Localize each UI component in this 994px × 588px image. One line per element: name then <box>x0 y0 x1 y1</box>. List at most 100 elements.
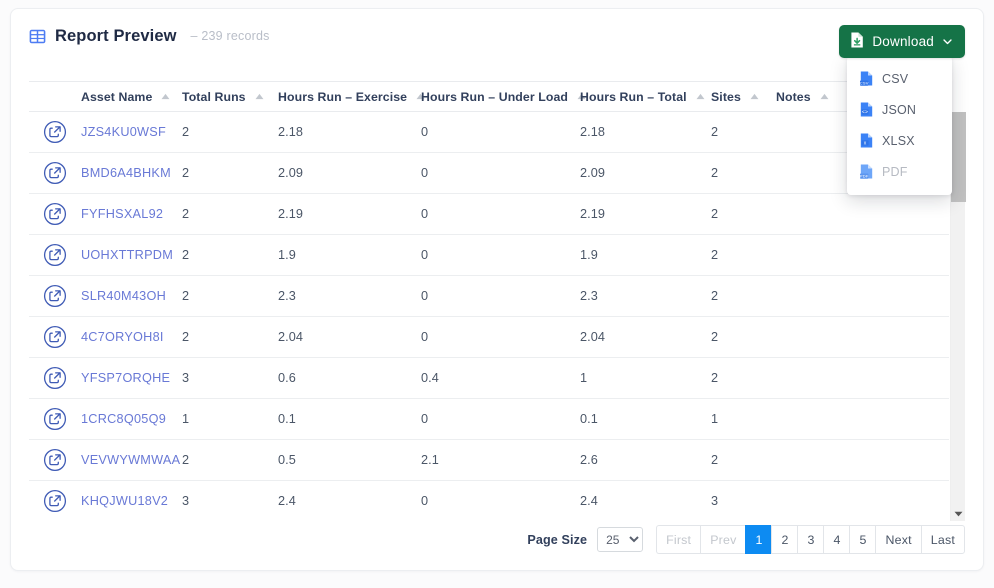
sort-ascending-icon[interactable] <box>161 93 170 100</box>
external-link-icon[interactable] <box>43 407 81 431</box>
download-button[interactable]: Download <box>839 25 965 58</box>
menu-item-csv[interactable]: CSV CSV <box>847 63 952 94</box>
menu-item-label: XLSX <box>882 133 915 148</box>
cell-hours-run-exercise: 2.19 <box>278 193 421 235</box>
next-page-button[interactable]: Next <box>875 525 921 554</box>
table-row[interactable]: 4C7ORYOH8I 2 2.04 0 2.04 2 <box>29 316 949 358</box>
sort-ascending-icon[interactable] <box>696 93 705 100</box>
external-link-icon[interactable] <box>43 161 81 185</box>
page-button-5[interactable]: 5 <box>849 525 876 554</box>
external-link-icon[interactable] <box>43 120 81 144</box>
page-button-2[interactable]: 2 <box>771 525 798 554</box>
cell-hours-run-under-load: 0 <box>421 152 580 194</box>
page-button-3[interactable]: 3 <box>797 525 824 554</box>
table-row[interactable]: JZS4KU0WSF 2 2.18 0 2.18 2 <box>29 111 949 153</box>
external-link-icon[interactable] <box>43 366 81 390</box>
last-page-button[interactable]: Last <box>920 525 965 554</box>
row-action-cell[interactable] <box>29 111 81 153</box>
external-link-icon[interactable] <box>43 325 81 349</box>
file-xlsx-icon: x <box>860 133 873 148</box>
asset-name-link[interactable]: SLR40M43OH <box>81 289 166 303</box>
menu-item-label: JSON <box>882 102 917 117</box>
cell-asset-name: FYFHSXAL92 <box>81 193 182 235</box>
record-count-value: 239 records <box>201 29 270 43</box>
cell-hours-run-total: 2.18 <box>580 111 711 153</box>
pagination-bar: Page Size 102550100 First Prev 1 2 3 4 5… <box>527 525 965 554</box>
row-action-cell[interactable] <box>29 480 81 521</box>
external-link-icon[interactable] <box>43 202 81 226</box>
table-row[interactable]: FYFHSXAL92 2 2.19 0 2.19 2 <box>29 193 949 235</box>
external-link-icon[interactable] <box>43 489 81 513</box>
header-cell-hours-run-total[interactable]: Hours Run – Total <box>580 81 711 112</box>
page-button-4[interactable]: 4 <box>823 525 850 554</box>
table-row[interactable]: BMD6A4BHKM 2 2.09 0 2.09 2 <box>29 152 949 194</box>
cell-hours-run-under-load: 0 <box>421 234 580 276</box>
table-row[interactable]: KHQJWU18V2 3 2.4 0 2.4 3 <box>29 480 949 521</box>
page-size-select[interactable]: 102550100 <box>597 527 644 552</box>
download-format-menu: CSV CSV <> JSON x XLSX PDF PDF <box>847 56 952 195</box>
first-page-button[interactable]: First <box>656 525 701 554</box>
cell-total-runs: 3 <box>182 480 278 521</box>
cell-hours-run-total: 2.6 <box>580 439 711 481</box>
external-link-icon[interactable] <box>43 448 81 472</box>
row-action-cell[interactable] <box>29 316 81 358</box>
cell-notes <box>776 275 949 317</box>
table-row[interactable]: SLR40M43OH 2 2.3 0 2.3 2 <box>29 275 949 317</box>
row-action-cell[interactable] <box>29 152 81 194</box>
file-download-icon <box>850 32 864 51</box>
cell-total-runs: 3 <box>182 357 278 399</box>
cell-sites: 1 <box>711 398 776 440</box>
row-action-cell[interactable] <box>29 234 81 276</box>
row-action-cell[interactable] <box>29 439 81 481</box>
external-link-icon[interactable] <box>43 243 81 267</box>
table-vertical-scrollbar[interactable] <box>950 112 966 521</box>
cell-total-runs: 2 <box>182 275 278 317</box>
header-label: Hours Run – Under Load <box>421 89 569 104</box>
asset-name-link[interactable]: YFSP7ORQHE <box>81 371 170 385</box>
sort-ascending-icon[interactable] <box>750 93 759 100</box>
table-row[interactable]: YFSP7ORQHE 3 0.6 0.4 1 2 <box>29 357 949 399</box>
menu-item-xlsx[interactable]: x XLSX <box>847 125 952 156</box>
header-label: Hours Run – Exercise <box>278 89 408 104</box>
row-action-cell[interactable] <box>29 275 81 317</box>
scroll-down-arrow-icon[interactable] <box>951 506 966 521</box>
cell-asset-name: 4C7ORYOH8I <box>81 316 182 358</box>
sort-ascending-icon[interactable] <box>820 93 829 100</box>
table-scroll-container[interactable]: Asset Name Total Runs Hours Run – Exerci… <box>29 81 967 521</box>
cell-hours-run-total: 2.09 <box>580 152 711 194</box>
cell-asset-name: JZS4KU0WSF <box>81 111 182 153</box>
asset-name-link[interactable]: FYFHSXAL92 <box>81 207 163 221</box>
menu-item-pdf[interactable]: PDF PDF <box>847 156 952 187</box>
cell-hours-run-exercise: 0.6 <box>278 357 421 399</box>
header-cell-hours-run-exercise[interactable]: Hours Run – Exercise <box>278 81 425 112</box>
row-action-cell[interactable] <box>29 357 81 399</box>
page-button-1[interactable]: 1 <box>745 525 772 554</box>
scrollbar-thumb[interactable] <box>951 112 966 202</box>
header-cell-sites[interactable]: Sites <box>711 81 776 112</box>
asset-name-link[interactable]: VEVWYWMWAA <box>81 453 180 467</box>
external-link-icon[interactable] <box>43 284 81 308</box>
prev-page-button[interactable]: Prev <box>700 525 746 554</box>
header-label: Asset Name <box>81 89 153 104</box>
svg-text:CSV: CSV <box>860 81 869 86</box>
table-row[interactable]: 1CRC8Q05Q9 1 0.1 0 0.1 1 <box>29 398 949 440</box>
asset-name-link[interactable]: UOHXTTRPDM <box>81 248 173 262</box>
table-body: JZS4KU0WSF 2 2.18 0 2.18 2 BMD6A4BHKM 2 2.09 0 2.0… <box>29 111 949 521</box>
sort-ascending-icon[interactable] <box>255 93 264 100</box>
table-row[interactable]: UOHXTTRPDM 2 1.9 0 1.9 2 <box>29 234 949 276</box>
header-cell-asset-name[interactable]: Asset Name <box>81 81 182 112</box>
asset-name-link[interactable]: 1CRC8Q05Q9 <box>81 412 166 426</box>
header-cell-total-runs[interactable]: Total Runs <box>182 81 278 112</box>
header-cell-hours-run-under-load[interactable]: Hours Run – Under Load <box>421 81 586 112</box>
table-row[interactable]: VEVWYWMWAA 2 0.5 2.1 2.6 2 <box>29 439 949 481</box>
asset-name-link[interactable]: BMD6A4BHKM <box>81 166 171 180</box>
row-action-cell[interactable] <box>29 193 81 235</box>
cell-hours-run-exercise: 0.5 <box>278 439 421 481</box>
asset-name-link[interactable]: 4C7ORYOH8I <box>81 330 164 344</box>
asset-name-link[interactable]: KHQJWU18V2 <box>81 494 168 508</box>
row-action-cell[interactable] <box>29 398 81 440</box>
menu-item-json[interactable]: <> JSON <box>847 94 952 125</box>
cell-hours-run-exercise: 2.3 <box>278 275 421 317</box>
asset-name-link[interactable]: JZS4KU0WSF <box>81 125 166 139</box>
cell-hours-run-exercise: 2.04 <box>278 316 421 358</box>
